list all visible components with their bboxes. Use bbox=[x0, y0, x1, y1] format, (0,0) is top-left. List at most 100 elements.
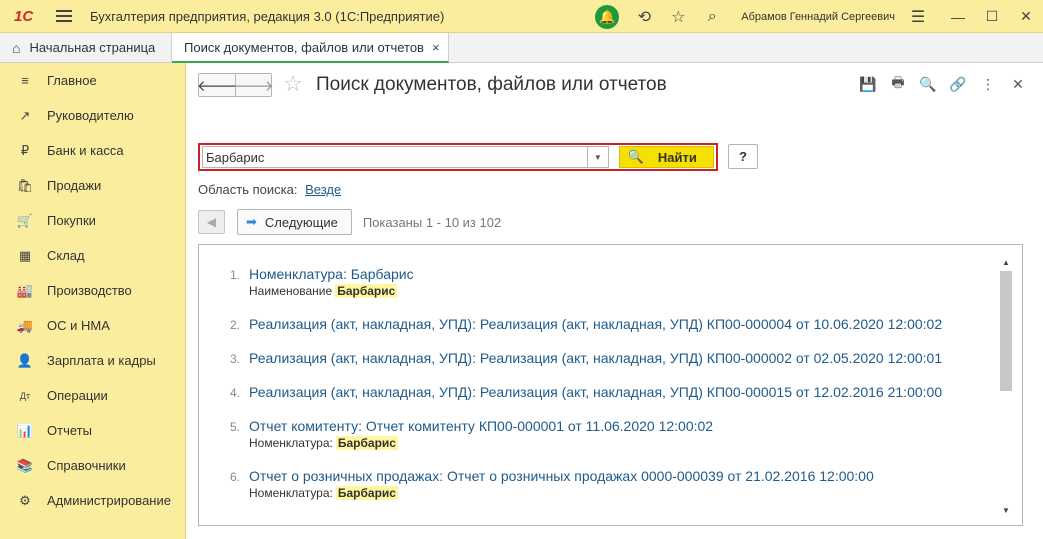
more-options-icon[interactable]: ⋮ bbox=[977, 74, 999, 94]
titlebar-controls: 🔔 ⟲ ☆ ⌕ Абрамов Геннадий Сергеевич ☰ — ☐… bbox=[595, 0, 1043, 33]
search-input[interactable] bbox=[202, 146, 587, 168]
result-highlight: Барбарис bbox=[335, 436, 398, 450]
sidebar-item-payroll[interactable]: 👤 Зарплата и кадры bbox=[0, 343, 185, 378]
minimize-button[interactable]: — bbox=[941, 0, 975, 33]
sidebar-item-bank[interactable]: ₽ Банк и касса bbox=[0, 133, 185, 168]
close-form-icon[interactable]: ✕ bbox=[1007, 74, 1029, 94]
close-tab-icon[interactable]: × bbox=[432, 40, 440, 55]
result-highlight: Барбарис bbox=[335, 284, 398, 298]
sidebar-item-label: Справочники bbox=[47, 458, 126, 473]
sidebar-item-warehouse[interactable]: ▦ Склад bbox=[0, 238, 185, 273]
sidebar-item-label: Главное bbox=[47, 73, 97, 88]
sidebar-item-label: Продажи bbox=[47, 178, 102, 193]
help-button[interactable]: ? bbox=[728, 144, 758, 169]
maximize-button[interactable]: ☐ bbox=[975, 0, 1009, 33]
page-title: Поиск документов, файлов или отчетов bbox=[316, 74, 667, 95]
search-scope: Область поиска: Везде bbox=[198, 182, 341, 197]
sidebar-item-reports[interactable]: 📊 Отчеты bbox=[0, 413, 185, 448]
result-number: 4. bbox=[230, 386, 241, 400]
shopping-bag-icon: 🛍 bbox=[16, 177, 34, 193]
result-number: 3. bbox=[230, 352, 241, 366]
back-button[interactable]: 🡐 bbox=[197, 74, 237, 96]
find-button[interactable]: 🔍 Найти bbox=[618, 146, 714, 168]
history-icon[interactable]: ⟲ bbox=[633, 6, 655, 28]
scope-link[interactable]: Везде bbox=[305, 182, 341, 197]
sidebar-item-operations[interactable]: Дт Операции bbox=[0, 378, 185, 413]
close-window-button[interactable]: ✕ bbox=[1009, 0, 1043, 33]
result-detail: Наименование Барбарис bbox=[249, 283, 994, 299]
sidebar-item-label: Покупки bbox=[47, 213, 96, 228]
sidebar-item-catalogs[interactable]: 📚 Справочники bbox=[0, 448, 185, 483]
tab-home[interactable]: ⌂ Начальная страница bbox=[0, 33, 172, 62]
preview-icon[interactable]: 🔍 bbox=[917, 74, 939, 94]
search-icon[interactable]: ⌕ bbox=[701, 6, 723, 28]
sidebar-item-production[interactable]: 🏭 Производство bbox=[0, 273, 185, 308]
save-icon[interactable]: 💾 bbox=[857, 74, 879, 94]
sidebar-item-label: Банк и касса bbox=[47, 143, 124, 158]
ruble-icon: ₽ bbox=[20, 142, 30, 158]
next-label: Следующие bbox=[264, 214, 338, 230]
sidebar-item-label: Производство bbox=[47, 283, 132, 298]
result-link[interactable]: Реализация (акт, накладная, УПД): Реализ… bbox=[249, 349, 994, 367]
favorites-star-icon[interactable]: ☆ bbox=[667, 6, 689, 28]
previous-button[interactable]: ◀ bbox=[198, 210, 225, 234]
result-detail: Номенклатура: Барбарис bbox=[249, 485, 994, 501]
app-title: Бухгалтерия предприятия, редакция 3.0 (1… bbox=[90, 8, 445, 24]
link-icon[interactable]: 🔗 bbox=[947, 74, 969, 94]
person-icon: 👤 bbox=[16, 352, 34, 368]
result-link[interactable]: Реализация (акт, накладная, УПД): Реализ… bbox=[249, 315, 994, 333]
pager: ◀ ➡ Следующие Показаны 1 - 10 из 102 bbox=[198, 209, 501, 235]
trend-icon: ↗ bbox=[19, 107, 31, 123]
result-item: 1. Номенклатура: Барбарис Наименование Ба… bbox=[199, 265, 994, 299]
bar-chart-icon: 📊 bbox=[16, 422, 34, 438]
sidebar-item-sales[interactable]: 🛍 Продажи bbox=[0, 168, 185, 203]
sidebar-item-administration[interactable]: ⚙ Администрирование bbox=[0, 483, 185, 518]
navigation-buttons: 🡐 🡒 bbox=[197, 73, 274, 97]
result-item: 2. Реализация (акт, накладная, УПД): Реа… bbox=[199, 315, 994, 333]
header-actions: 💾 🖶 🔍 🔗 ⋮ ✕ bbox=[849, 74, 1029, 94]
results-list: 1. Номенклатура: Барбарис Наименование Ба… bbox=[199, 265, 994, 517]
result-link[interactable]: Реализация (акт, накладная, УПД): Реализ… bbox=[249, 383, 994, 401]
results-scrollbar[interactable]: ▲ ▼ bbox=[999, 255, 1013, 517]
sidebar-item-label: Зарплата и кадры bbox=[47, 353, 156, 368]
sidebar-item-label: Администрирование bbox=[47, 493, 171, 508]
scroll-up-icon[interactable]: ▲ bbox=[999, 255, 1013, 269]
books-icon: 📚 bbox=[16, 457, 34, 473]
forward-button[interactable]: 🡒 bbox=[233, 74, 274, 96]
next-button[interactable]: ➡ Следующие bbox=[237, 209, 352, 235]
tab-document-search[interactable]: Поиск документов, файлов или отчетов × bbox=[172, 33, 449, 63]
result-item: 4. Реализация (акт, накладная, УПД): Реа… bbox=[199, 383, 994, 401]
sidebar-item-label: ОС и НМА bbox=[47, 318, 110, 333]
truck-icon: 🚚 bbox=[16, 317, 34, 333]
settings-menu-icon[interactable]: ☰ bbox=[907, 6, 929, 28]
scroll-track[interactable] bbox=[999, 269, 1013, 503]
scroll-thumb[interactable] bbox=[1000, 271, 1012, 391]
result-number: 5. bbox=[230, 420, 241, 434]
favorite-star-icon[interactable]: ☆ bbox=[283, 71, 303, 97]
debit-credit-icon: Дт bbox=[19, 390, 31, 401]
result-number: 1. bbox=[230, 268, 241, 282]
tab-bar: ⌂ Начальная страница Поиск документов, ф… bbox=[0, 33, 1043, 63]
print-icon[interactable]: 🖶 bbox=[887, 74, 909, 94]
result-detail-label: Номенклатура: bbox=[249, 436, 333, 450]
sidebar-item-purchases[interactable]: 🛒 Покупки bbox=[0, 203, 185, 238]
result-item: 6. Отчет о розничных продажах: Отчет о р… bbox=[199, 467, 994, 501]
scroll-down-icon[interactable]: ▼ bbox=[999, 503, 1013, 517]
sidebar-item-main[interactable]: ≡ Главное bbox=[0, 63, 185, 98]
result-detail: Номенклатура: Барбарис bbox=[249, 435, 994, 451]
result-link[interactable]: Отчет комитенту: Отчет комитенту КП00-00… bbox=[249, 417, 994, 435]
hamburger-menu-icon[interactable] bbox=[56, 10, 72, 22]
result-link[interactable]: Отчет о розничных продажах: Отчет о розн… bbox=[249, 467, 994, 485]
sidebar-item-label: Отчеты bbox=[47, 423, 92, 438]
sidebar-item-fixed-assets[interactable]: 🚚 ОС и НМА bbox=[0, 308, 185, 343]
search-history-dropdown[interactable]: ▼ bbox=[586, 146, 609, 168]
sidebar-item-manager[interactable]: ↗ Руководителю bbox=[0, 98, 185, 133]
result-link[interactable]: Номенклатура: Барбарис bbox=[249, 265, 994, 283]
scope-label: Область поиска: bbox=[198, 182, 298, 197]
tab-home-label: Начальная страница bbox=[29, 40, 156, 55]
user-name[interactable]: Абрамов Геннадий Сергеевич bbox=[741, 11, 895, 23]
result-number: 2. bbox=[230, 318, 241, 332]
result-item: 3. Реализация (акт, накладная, УПД): Реа… bbox=[199, 349, 994, 367]
results-panel: 1. Номенклатура: Барбарис Наименование Ба… bbox=[198, 244, 1023, 526]
notification-bell-icon[interactable]: 🔔 bbox=[595, 4, 620, 29]
